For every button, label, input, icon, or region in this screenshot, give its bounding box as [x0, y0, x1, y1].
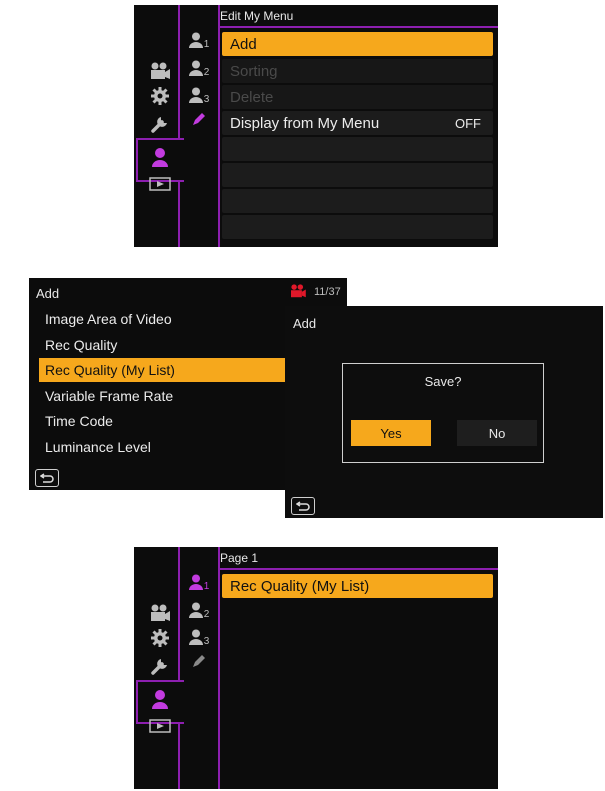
page-indicator: 11/37: [314, 286, 341, 298]
tab-number: 2: [203, 66, 210, 78]
video-camera-icon[interactable]: [147, 60, 173, 82]
menu-item-sorting[interactable]: Sorting: [222, 59, 493, 83]
menu-item-delete[interactable]: Delete: [222, 85, 493, 109]
menu-item-value: OFF: [455, 115, 481, 131]
gear-icon[interactable]: [147, 627, 173, 649]
pencil-icon[interactable]: [188, 108, 210, 130]
menu-title: Add: [293, 316, 317, 331]
back-button[interactable]: [291, 497, 315, 515]
wrench-icon[interactable]: [147, 112, 173, 134]
video-camera-icon: [287, 283, 309, 299]
menu-title: Add: [36, 286, 60, 301]
wrench-icon[interactable]: [147, 654, 173, 676]
menu-item-label: Display from My Menu: [230, 114, 380, 132]
empty-row: [222, 215, 493, 239]
menu-item-rec-quality-my-list[interactable]: Rec Quality (My List): [222, 574, 493, 598]
title-underline: [218, 568, 498, 570]
save-dialog-screen: Add Save? Yes No: [285, 306, 603, 518]
empty-row: [222, 137, 493, 161]
edit-my-menu-screen: 1 2 3 Edit My Menu Add Sorting Delete Di…: [134, 5, 498, 247]
user-icon[interactable]: 1: [184, 571, 214, 593]
pencil-icon[interactable]: [188, 650, 210, 672]
dialog-box: Save? Yes No: [342, 363, 544, 463]
tab-number: 1: [203, 580, 210, 592]
user-icon[interactable]: 2: [184, 57, 214, 79]
person-icon[interactable]: [147, 687, 173, 711]
user-icon[interactable]: 3: [184, 84, 214, 106]
my-menu-page-screen: 1 2 3 Page 1 Rec Quality (My List): [134, 547, 498, 789]
gear-icon[interactable]: [147, 85, 173, 107]
menu-item-display-from-my-menu[interactable]: Display from My Menu OFF: [222, 111, 493, 135]
menu-item-add[interactable]: Add: [222, 32, 493, 56]
user-icon[interactable]: 1: [184, 29, 214, 51]
person-icon[interactable]: [147, 145, 173, 169]
user-icon[interactable]: 3: [184, 626, 214, 648]
empty-row: [222, 189, 493, 213]
empty-row: [222, 163, 493, 187]
tab-number: 3: [203, 93, 210, 105]
title-underline: [218, 26, 498, 28]
menu-title: Edit My Menu: [220, 9, 294, 23]
page-title: Page 1: [220, 551, 259, 565]
tab-number: 2: [203, 608, 210, 620]
tab-number: 1: [203, 38, 210, 50]
video-camera-icon[interactable]: [147, 602, 173, 624]
dialog-question: Save?: [424, 374, 462, 389]
no-button[interactable]: No: [457, 420, 537, 446]
play-icon[interactable]: [147, 175, 173, 193]
tab-number: 3: [203, 635, 210, 647]
back-button[interactable]: [35, 469, 59, 487]
user-icon[interactable]: 2: [184, 599, 214, 621]
play-icon[interactable]: [147, 717, 173, 735]
yes-button[interactable]: Yes: [351, 420, 431, 446]
